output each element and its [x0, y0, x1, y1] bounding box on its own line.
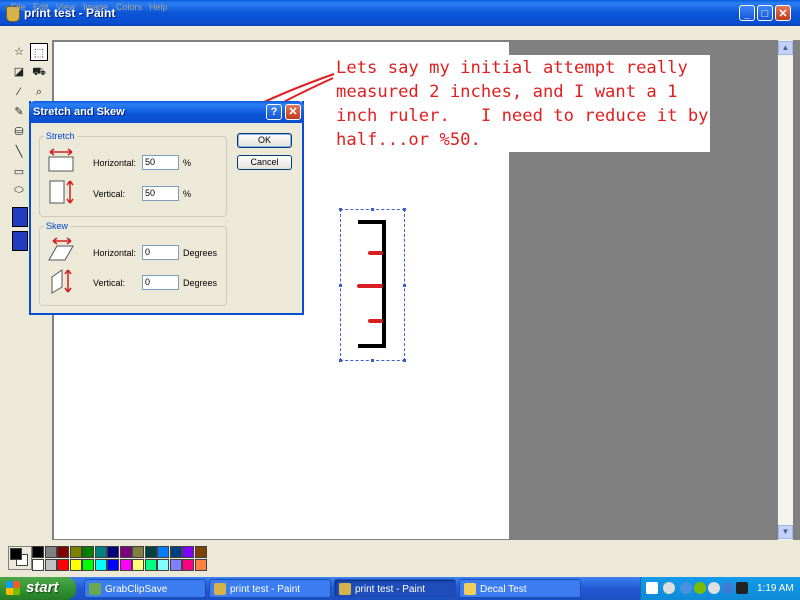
selection-handle[interactable]	[403, 208, 406, 211]
stretch-horizontal-unit: %	[183, 158, 192, 168]
help-button[interactable]: ?	[266, 104, 282, 120]
cancel-button[interactable]: Cancel	[237, 155, 292, 170]
folder-icon	[464, 583, 476, 595]
volume-icon[interactable]	[708, 582, 720, 594]
grabclipsave-icon	[89, 583, 101, 595]
start-label: start	[26, 579, 59, 596]
paint-icon	[339, 583, 351, 595]
task-label: Decal Test	[480, 584, 527, 595]
ruler-tick	[368, 319, 383, 323]
network-icon[interactable]	[680, 582, 692, 594]
task-label: print test - Paint	[230, 584, 301, 595]
skew-vertical-unit: Degrees	[183, 278, 218, 288]
selection-handle[interactable]	[403, 284, 406, 287]
paint-icon	[214, 583, 226, 595]
skew-horizontal-field[interactable]: 0	[142, 245, 179, 260]
ruler-tick	[368, 251, 383, 255]
stretch-horizontal-icon	[48, 148, 74, 172]
task-decal-test[interactable]: Decal Test	[459, 579, 581, 598]
skew-vertical-label: Vertical:	[93, 278, 126, 288]
dialog-title: Stretch and Skew	[33, 106, 125, 118]
security-icon[interactable]	[694, 582, 706, 594]
stretch-label: Stretch	[44, 131, 77, 141]
ruler-top-line	[358, 220, 384, 224]
ok-button[interactable]: OK	[237, 133, 292, 148]
tray-app-icon[interactable]	[722, 582, 734, 594]
stretch-vertical-unit: %	[183, 189, 192, 199]
selection-handle[interactable]	[403, 359, 406, 362]
skew-vertical-field[interactable]: 0	[142, 275, 179, 290]
skew-horizontal-icon	[48, 237, 74, 261]
selection-handle[interactable]	[371, 359, 374, 362]
stretch-vertical-icon	[49, 180, 74, 204]
stretch-horizontal-field[interactable]: 50	[142, 155, 179, 170]
stretch-horizontal-label: Horizontal:	[93, 158, 137, 168]
skew-label: Skew	[44, 221, 71, 231]
dialog-close-button[interactable]: ✕	[285, 104, 301, 120]
ruler-tick	[357, 284, 383, 288]
skew-vertical-icon	[51, 269, 72, 294]
clock: 1:19 AM	[757, 583, 794, 594]
selection-handle[interactable]	[339, 359, 342, 362]
windows-logo-icon	[6, 581, 20, 595]
selection-handle[interactable]	[339, 284, 342, 287]
task-label: GrabClipSave	[105, 584, 168, 595]
stretch-vertical-label: Vertical:	[93, 189, 126, 199]
help-tray-icon[interactable]	[646, 582, 658, 594]
task-print-test-paint[interactable]: print test - Paint	[209, 579, 331, 598]
selection-handle[interactable]	[339, 208, 342, 211]
word-icon[interactable]	[736, 582, 748, 594]
skew-horizontal-unit: Degrees	[183, 248, 218, 258]
task-grabclipsave[interactable]: GrabClipSave	[84, 579, 206, 598]
task-print-test-paint-active[interactable]: print test - Paint	[334, 579, 456, 598]
selection-handle[interactable]	[371, 208, 374, 211]
tray-arrow-icon[interactable]	[663, 582, 675, 594]
ruler-bottom-line	[358, 344, 386, 348]
task-label: print test - Paint	[355, 584, 426, 595]
skew-horizontal-label: Horizontal:	[93, 248, 137, 258]
stretch-vertical-field[interactable]: 50	[142, 186, 179, 201]
